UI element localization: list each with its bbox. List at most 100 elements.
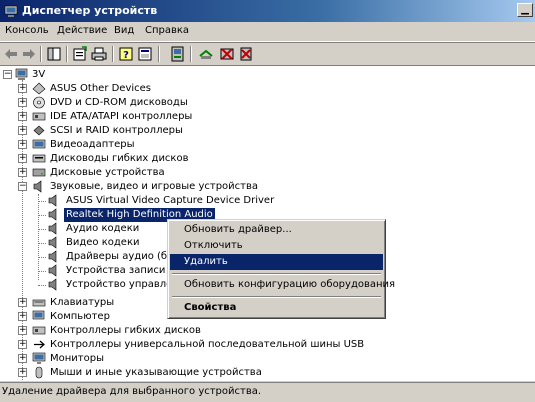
tree-label: Драйверы аудио (без <box>66 251 179 262</box>
expand-toggle[interactable]: + <box>18 126 27 135</box>
floppy-drive-icon <box>32 154 46 163</box>
sound-device-icon <box>48 222 57 235</box>
minimize-button[interactable]: ▁ <box>517 3 533 17</box>
expand-toggle[interactable]: + <box>18 112 27 121</box>
menu-view[interactable]: Вид <box>114 25 134 36</box>
controller-icon <box>32 112 46 121</box>
expand-toggle[interactable]: + <box>18 154 27 163</box>
update-driver-icon[interactable] <box>170 46 186 62</box>
tree-label: Дисководы гибких дисков <box>50 153 189 164</box>
svg-text:?: ? <box>123 50 129 61</box>
properties-icon[interactable] <box>72 46 88 62</box>
menu-help[interactable]: Справка <box>145 25 189 36</box>
console-tree-icon[interactable] <box>46 46 62 62</box>
help-icon[interactable]: ? <box>118 46 134 62</box>
expand-toggle[interactable]: + <box>18 140 27 149</box>
tree-label: Звуковые, видео и игровые устройства <box>50 181 259 192</box>
menu-item-disable[interactable]: Отключить <box>170 238 383 254</box>
menu-separator <box>172 296 381 298</box>
tree-label: Устройство управлен <box>66 279 179 290</box>
disable-device-icon[interactable] <box>219 46 235 62</box>
sound-device-icon <box>48 194 57 207</box>
menu-bar: Консоль Действие Вид Справка <box>0 22 535 42</box>
menu-item-scan-hardware[interactable]: Обновить конфигурацию оборудования <box>170 277 395 293</box>
tree-line <box>38 194 39 280</box>
controller-icon <box>32 326 46 335</box>
menu-item-properties[interactable]: Свойства <box>170 300 383 316</box>
expand-toggle[interactable]: + <box>18 168 27 177</box>
sound-icon <box>33 180 42 193</box>
computer-icon <box>15 68 28 80</box>
toolbar-separator <box>158 46 160 62</box>
tree-label: Клавиатуры <box>50 297 115 308</box>
scan-hardware-icon[interactable] <box>198 46 214 62</box>
tree-label: Мыши и иные указывающие устройства <box>50 367 262 378</box>
usb-icon <box>34 340 45 349</box>
status-text: Удаление драйвера для выбранного устройс… <box>2 386 262 397</box>
tree-label: Аудио кодеки <box>66 223 140 234</box>
monitor-icon <box>32 352 46 364</box>
menu-item-update-driver[interactable]: Обновить драйвер... <box>170 222 383 238</box>
toolbar-separator <box>66 46 68 62</box>
expand-toggle[interactable]: + <box>18 368 27 377</box>
print-icon[interactable] <box>91 46 107 62</box>
expand-toggle[interactable]: + <box>18 312 27 321</box>
expand-toggle[interactable]: + <box>18 340 27 349</box>
tree-label: SCSI и RAID контроллеры <box>50 125 183 136</box>
tree-label: ASUS Virtual Video Capture Device Driver <box>66 195 275 206</box>
expand-toggle[interactable]: + <box>18 326 27 335</box>
title-bar[interactable]: Диспетчер устройств ▁ <box>0 0 535 22</box>
tree-line <box>38 257 46 258</box>
window-title: Диспетчер устройств <box>22 4 158 17</box>
tree-line <box>38 243 46 244</box>
expand-toggle[interactable]: + <box>18 298 27 307</box>
disc-drive-icon <box>33 96 45 109</box>
display-adapter-icon <box>32 139 46 149</box>
tree-line <box>38 229 46 230</box>
tree-label: Устройства записи ви <box>66 265 181 276</box>
expand-toggle[interactable]: + <box>18 84 27 93</box>
uninstall-icon[interactable] <box>238 46 254 62</box>
tree-label: Мониторы <box>50 353 104 364</box>
menu-console[interactable]: Консоль <box>5 25 49 36</box>
toolbar-separator <box>112 46 114 62</box>
collapse-toggle[interactable]: − <box>18 182 27 191</box>
computer-icon <box>32 310 45 320</box>
tree-label: Видеоадаптеры <box>50 139 135 150</box>
context-menu: Обновить драйвер... Отключить Удалить Об… <box>167 219 395 319</box>
forward-arrow-icon[interactable] <box>21 46 37 62</box>
sound-device-icon <box>48 250 57 263</box>
view-icon[interactable] <box>137 46 153 62</box>
tree-label: Компьютер <box>50 311 110 322</box>
expand-toggle[interactable]: + <box>18 354 27 363</box>
toolbar-separator <box>40 46 42 62</box>
tree-line <box>38 271 46 272</box>
mouse-icon <box>35 366 43 379</box>
toolbar: ? <box>0 42 535 66</box>
device-manager-icon <box>4 5 18 17</box>
tree-line <box>38 201 46 202</box>
tree-label: IDE ATA/ATAPI контроллеры <box>50 111 193 122</box>
tree-label: Дисковые устройства <box>50 167 165 178</box>
toolbar-separator <box>190 46 192 62</box>
keyboard-icon <box>32 299 46 307</box>
tree-label: DVD и CD-ROM дисководы <box>50 97 188 108</box>
expand-toggle[interactable]: + <box>18 98 27 107</box>
tree-label: Контроллеры гибких дисков <box>50 325 201 336</box>
device-icon <box>32 82 46 95</box>
back-arrow-icon[interactable] <box>3 46 19 62</box>
tree-label: Видео кодеки <box>66 237 140 248</box>
tree-label: 3V <box>32 69 46 80</box>
tree-label: Контроллеры универсальной последовательн… <box>50 339 365 350</box>
tree-line <box>38 285 46 286</box>
menu-separator <box>172 273 381 275</box>
sound-device-icon <box>48 236 57 249</box>
tree-line <box>38 215 46 216</box>
sound-device-icon <box>48 278 57 291</box>
minimize-icon: ▁ <box>521 4 529 15</box>
tree-label: ASUS Other Devices <box>50 83 152 94</box>
sound-device-icon <box>48 208 57 221</box>
collapse-toggle[interactable]: − <box>3 70 12 79</box>
menu-action[interactable]: Действие <box>57 25 107 36</box>
menu-item-uninstall[interactable]: Удалить <box>170 254 383 270</box>
